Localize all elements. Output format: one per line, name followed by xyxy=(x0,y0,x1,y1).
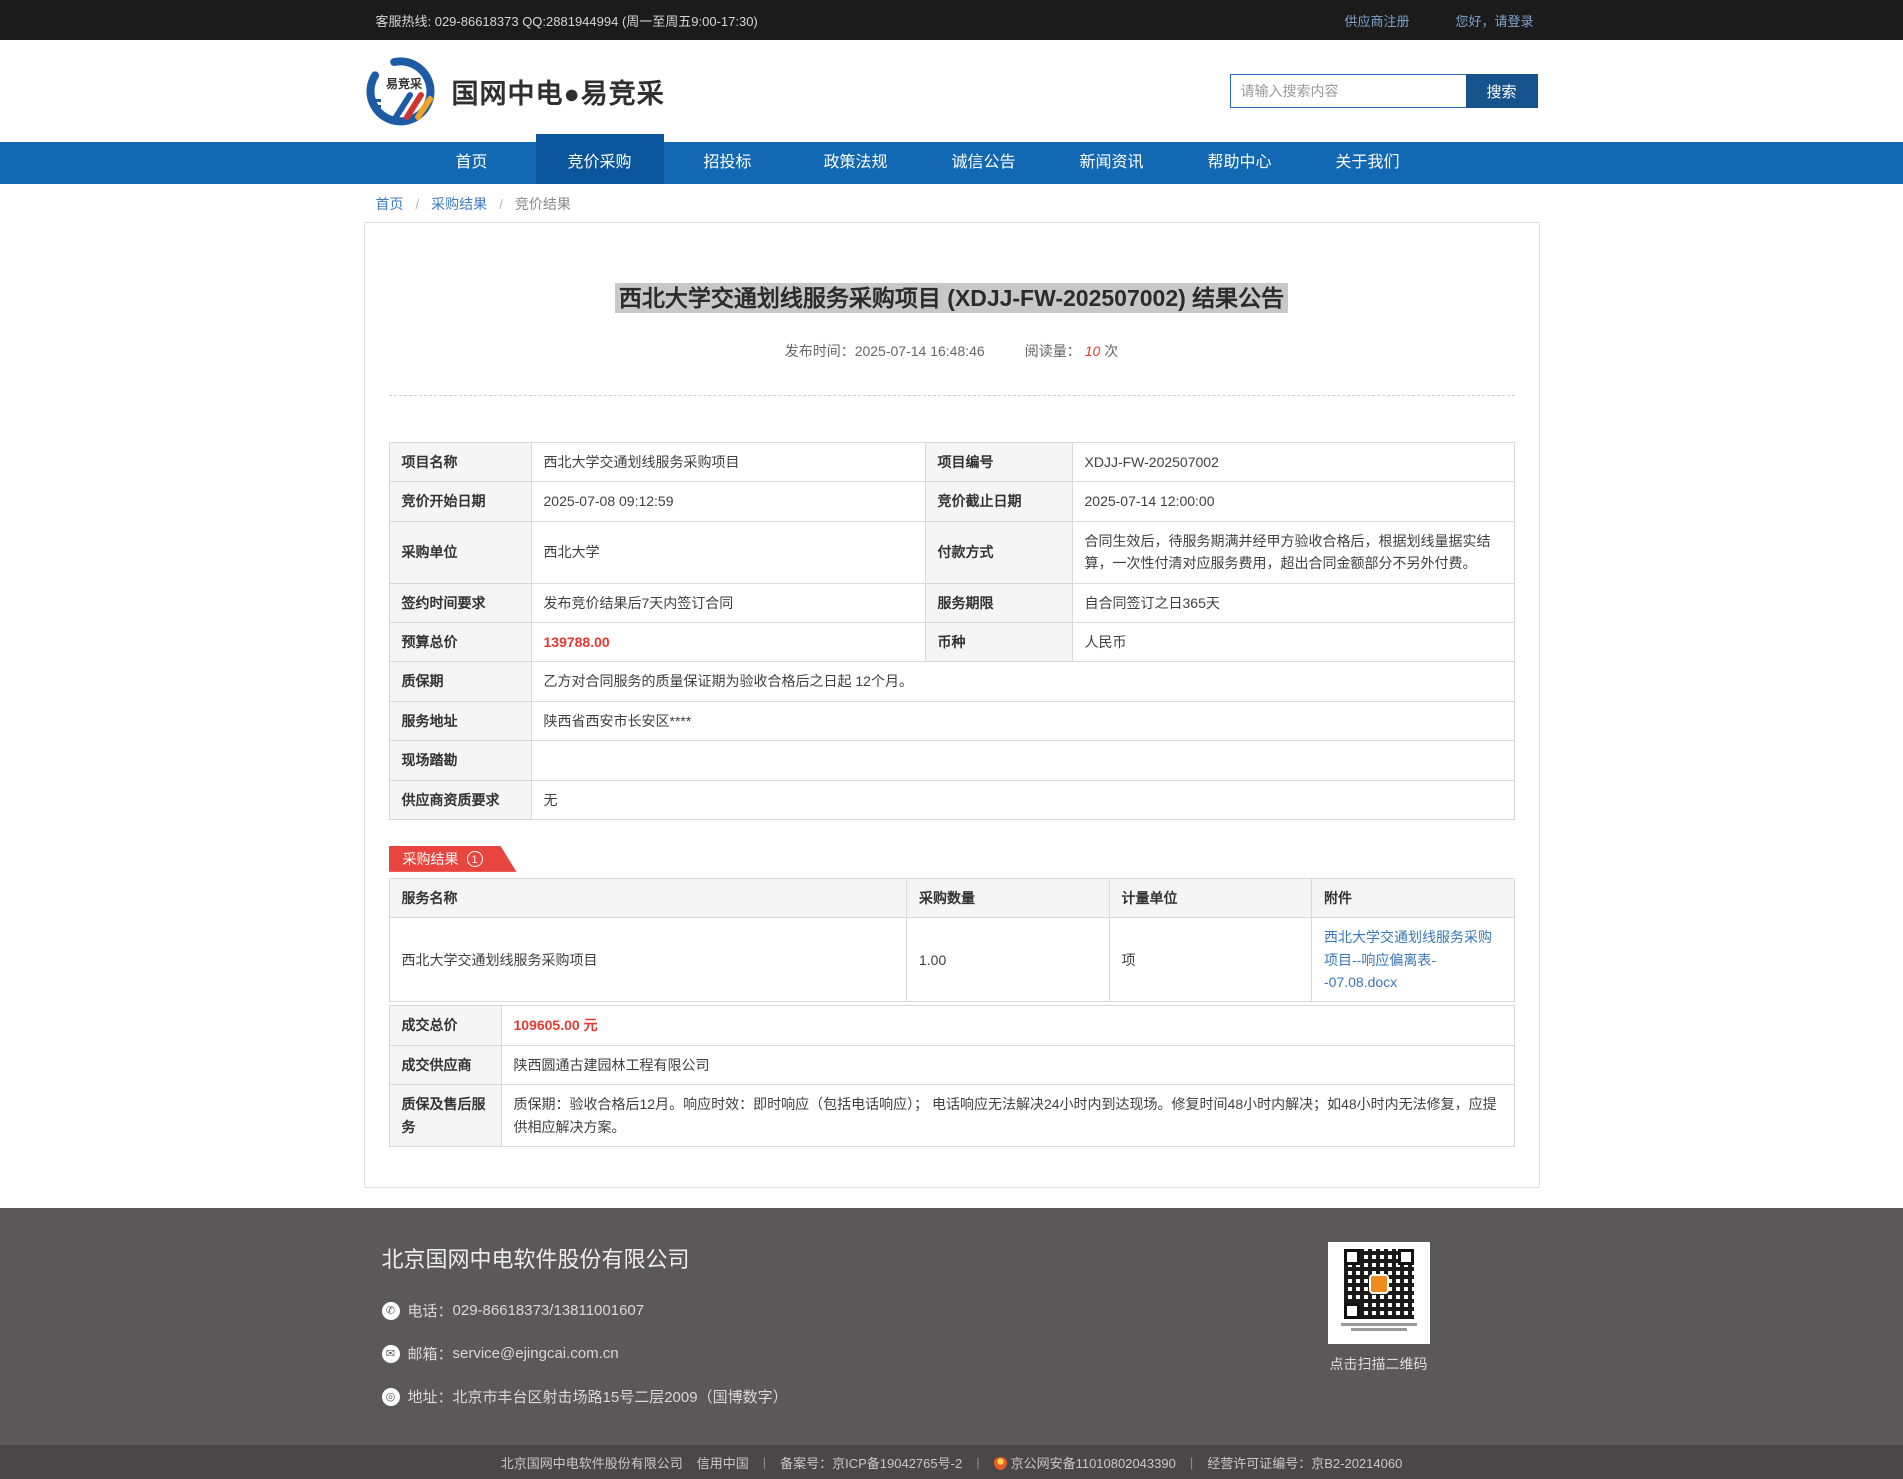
license-number: 经营许可证编号：京B2-20214060 xyxy=(1207,1453,1402,1472)
bottom-company: 北京国网中电软件股份有限公司 xyxy=(501,1453,683,1472)
qr-center-logo-icon xyxy=(1369,1274,1389,1294)
main-nav: 首页 竞价采购 招投标 政策法规 诚信公告 新闻资讯 帮助中心 关于我们 xyxy=(0,142,1903,184)
article-header: 西北大学交通划线服务采购项目 (XDJJ-FW-202507002) 结果公告 … xyxy=(389,243,1515,396)
views-count: 10 xyxy=(1085,343,1101,359)
svg-text:易竞采: 易竞采 xyxy=(385,76,421,91)
table-header-row: 服务名称 采购数量 计量单位 附件 xyxy=(389,878,1514,917)
views-unit: 次 xyxy=(1104,343,1118,359)
result-table: 服务名称 采购数量 计量单位 附件 西北大学交通划线服务采购项目 1.00 项 … xyxy=(389,878,1515,1003)
publish-time-label: 发布时间： xyxy=(785,343,855,359)
attachment-link[interactable]: 西北大学交通划线服务采购项目--响应偏离表--07.08.docx xyxy=(1324,929,1492,990)
phone-icon: ✆ xyxy=(382,1302,400,1320)
table-row: 供应商资质要求 无 xyxy=(389,780,1514,819)
table-row: 成交供应商 陕西圆通古建园林工程有限公司 xyxy=(389,1045,1514,1084)
supplier-register-link[interactable]: 供应商注册 xyxy=(1344,11,1409,30)
police-record[interactable]: 京公网安备11010802043390 xyxy=(994,1453,1176,1472)
hotline-text: 客服热线: 029-86618373 QQ:2881944994 (周一至周五9… xyxy=(364,11,758,30)
table-row: 预算总价 139788.00 币种 人民币 xyxy=(389,622,1514,661)
email-label: 邮箱： xyxy=(408,1343,453,1364)
nav-item-news[interactable]: 新闻资讯 xyxy=(1048,142,1176,184)
login-link[interactable]: 您好，请登录 xyxy=(1455,11,1533,30)
deal-summary-table: 成交总价 109605.00 元 成交供应商 陕西圆通古建园林工程有限公司 质保… xyxy=(389,1005,1515,1147)
attachment-cell: 西北大学交通划线服务采购项目--响应偏离表--07.08.docx xyxy=(1312,918,1515,1002)
breadcrumb: 首页 / 采购结果 / 竞价结果 xyxy=(0,184,1903,222)
result-section-header: 采购结果 1 xyxy=(389,846,1515,872)
brand-title: 国网中电●易竞采 xyxy=(452,72,665,111)
table-row: 质保期 乙方对合同服务的质量保证期为验收合格后之日起 12个月。 xyxy=(389,662,1514,701)
announcement-card: 西北大学交通划线服务采购项目 (XDJJ-FW-202507002) 结果公告 … xyxy=(364,222,1540,1188)
bottom-bar: 北京国网中电软件股份有限公司 信用中国 | 备案号：京ICP备19042765号… xyxy=(0,1445,1903,1479)
qr-code[interactable] xyxy=(1328,1242,1430,1344)
footer: 北京国网中电软件股份有限公司 ✆ 电话： 029-86618373/138110… xyxy=(0,1208,1903,1445)
breadcrumb-home[interactable]: 首页 xyxy=(376,196,404,212)
search-button[interactable]: 搜索 xyxy=(1466,74,1538,108)
service-name-cell: 西北大学交通划线服务采购项目 xyxy=(389,918,907,1002)
footer-company-name: 北京国网中电软件股份有限公司 xyxy=(382,1242,788,1274)
warranty-service-terms: 质保期：验收合格后12月。响应时效：即时响应（包括电话响应）； 电话响应无法解决… xyxy=(501,1085,1514,1147)
breadcrumb-section[interactable]: 采购结果 xyxy=(431,196,487,212)
nav-item-home[interactable]: 首页 xyxy=(408,142,536,184)
unit-cell: 项 xyxy=(1109,918,1312,1002)
search-input[interactable] xyxy=(1230,74,1466,108)
email-value: service@ejingcai.com.cn xyxy=(453,1345,619,1362)
quantity-cell: 1.00 xyxy=(907,918,1110,1002)
phone-value: 029-86618373/13811001607 xyxy=(453,1302,645,1319)
publish-time-value: 2025-07-14 16:48:46 xyxy=(855,343,985,359)
budget-total-value: 139788.00 xyxy=(531,622,925,661)
nav-item-integrity-notice[interactable]: 诚信公告 xyxy=(920,142,1048,184)
header: 易竞采 国网中电●易竞采 搜索 xyxy=(0,40,1903,142)
email-icon: ✉ xyxy=(382,1345,400,1363)
address-label: 地址： xyxy=(408,1386,453,1407)
police-badge-icon xyxy=(994,1457,1007,1470)
address-value: 北京市丰台区射击场路15号二层2009（国博数字） xyxy=(453,1386,788,1407)
result-count-badge: 1 xyxy=(467,851,483,867)
credit-china-link[interactable]: 信用中国 xyxy=(697,1453,749,1472)
table-row: 服务地址 陕西省西安市长安区**** xyxy=(389,701,1514,740)
table-row: 签约时间要求 发布竞价结果后7天内签订合同 服务期限 自合同签订之日365天 xyxy=(389,583,1514,622)
table-row: 西北大学交通划线服务采购项目 1.00 项 西北大学交通划线服务采购项目--响应… xyxy=(389,918,1514,1002)
breadcrumb-separator: / xyxy=(499,196,503,212)
breadcrumb-current: 竞价结果 xyxy=(515,196,571,212)
table-row: 项目名称 西北大学交通划线服务采购项目 项目编号 XDJJ-FW-2025070… xyxy=(389,443,1514,482)
footer-phone-line: ✆ 电话： 029-86618373/13811001607 xyxy=(382,1300,788,1321)
topbar: 客服热线: 029-86618373 QQ:2881944994 (周一至周五9… xyxy=(0,0,1903,40)
brand-logo-icon: 易竞采 xyxy=(366,55,438,127)
page-title: 西北大学交通划线服务采购项目 (XDJJ-FW-202507002) 结果公告 xyxy=(389,279,1515,313)
table-row: 现场踏勘 xyxy=(389,741,1514,780)
nav-item-about-us[interactable]: 关于我们 xyxy=(1304,142,1432,184)
phone-label: 电话： xyxy=(408,1300,453,1321)
nav-item-tendering[interactable]: 招投标 xyxy=(664,142,792,184)
nav-item-help-center[interactable]: 帮助中心 xyxy=(1176,142,1304,184)
winning-supplier: 陕西圆通古建园林工程有限公司 xyxy=(501,1045,1514,1084)
qr-caption: 点击扫描二维码 xyxy=(1328,1354,1430,1374)
breadcrumb-separator: / xyxy=(415,196,419,212)
article-meta: 发布时间：2025-07-14 16:48:46 阅读量：10次 xyxy=(389,341,1515,361)
footer-email-line: ✉ 邮箱： service@ejingcai.com.cn xyxy=(382,1343,788,1364)
icp-number: 备案号：京ICP备19042765号-2 xyxy=(780,1453,962,1472)
nav-item-bidding-purchase[interactable]: 竞价采购 xyxy=(536,134,664,184)
table-row: 成交总价 109605.00 元 xyxy=(389,1006,1514,1045)
result-badge: 采购结果 1 xyxy=(389,846,517,872)
table-row: 竞价开始日期 2025-07-08 09:12:59 竞价截止日期 2025-0… xyxy=(389,482,1514,521)
nav-item-policies[interactable]: 政策法规 xyxy=(792,142,920,184)
location-pin-icon: ◎ xyxy=(382,1388,400,1406)
table-row: 质保及售后服务 质保期：验收合格后12月。响应时效：即时响应（包括电话响应）； … xyxy=(389,1085,1514,1147)
deal-total-price: 109605.00 元 xyxy=(501,1006,1514,1045)
table-row: 采购单位 西北大学 付款方式 合同生效后，待服务期满并经甲方验收合格后，根据划线… xyxy=(389,521,1514,583)
views-label: 阅读量： xyxy=(1025,343,1081,359)
footer-address-line: ◎ 地址： 北京市丰台区射击场路15号二层2009（国博数字） xyxy=(382,1386,788,1407)
project-detail-table: 项目名称 西北大学交通划线服务采购项目 项目编号 XDJJ-FW-2025070… xyxy=(389,442,1515,820)
